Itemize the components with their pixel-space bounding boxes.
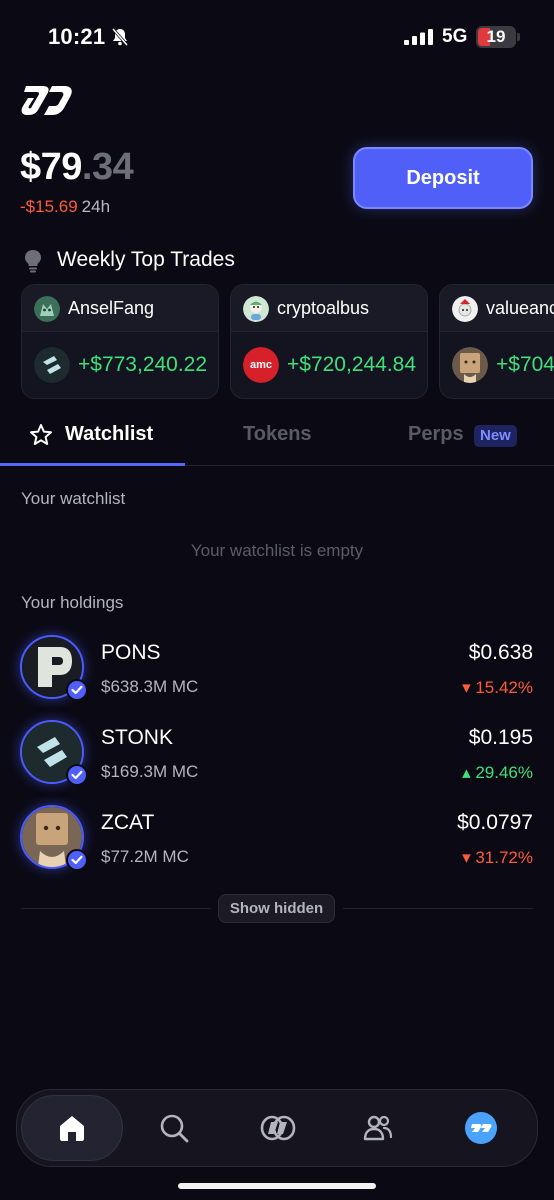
amc-icon: amc bbox=[243, 347, 279, 383]
holding-row[interactable]: ZCAT $77.2M MC $0.0797 ▾ 31.72% bbox=[0, 805, 554, 885]
holding-market-cap: $169.3M MC bbox=[101, 762, 199, 781]
holding-price: $0.638 bbox=[468, 641, 533, 664]
holding-price: $0.195 bbox=[468, 726, 533, 749]
home-icon[interactable] bbox=[56, 1112, 88, 1144]
battery-level: 19 bbox=[486, 27, 506, 46]
show-hidden-button[interactable]: Show hidden bbox=[218, 894, 335, 923]
holding-change: ▴ 29.46% bbox=[462, 763, 533, 782]
top-trades-title: Weekly Top Trades bbox=[57, 248, 235, 271]
new-badge: New bbox=[474, 425, 517, 447]
battery-icon: 19 bbox=[476, 26, 516, 48]
tab-watchlist[interactable]: Watchlist bbox=[65, 423, 153, 446]
signal-icon bbox=[404, 29, 433, 45]
battery-tip bbox=[517, 33, 520, 41]
holding-change: ▾ 15.42% bbox=[462, 678, 533, 697]
balance-change-value: -$15.69 bbox=[20, 197, 78, 216]
bell-muted-icon bbox=[111, 28, 129, 46]
star-icon bbox=[30, 424, 52, 445]
holdings-label: Your holdings bbox=[21, 593, 124, 612]
holding-symbol: STONK bbox=[101, 726, 173, 749]
balance-change-period: 24h bbox=[81, 197, 111, 216]
tab-active-indicator bbox=[0, 463, 185, 466]
network-type: 5G bbox=[442, 26, 468, 47]
balance-cents: .34 bbox=[81, 146, 134, 188]
holding-price: $0.0797 bbox=[457, 811, 533, 834]
holding-row[interactable]: PONS $638.3M MC $0.638 ▾ 15.42% bbox=[0, 635, 554, 715]
trader-name: AnselFang bbox=[68, 298, 155, 318]
holding-market-cap: $77.2M MC bbox=[101, 847, 189, 866]
portfolio-balance: $79.34 bbox=[20, 146, 134, 189]
holding-row[interactable]: STONK $169.3M MC $0.195 ▴ 29.46% bbox=[0, 720, 554, 800]
divider-left bbox=[21, 908, 211, 909]
stonk-icon bbox=[34, 347, 70, 383]
verified-badge-icon bbox=[66, 849, 88, 871]
tab-tokens[interactable]: Tokens bbox=[243, 423, 312, 446]
top-trade-card[interactable]: AnselFang +$773,240.22 bbox=[21, 284, 219, 399]
trade-pnl: +$720,244.84 bbox=[287, 353, 417, 376]
divider-right bbox=[343, 908, 533, 909]
trader-name: valueanc bbox=[486, 298, 554, 318]
users-icon[interactable] bbox=[362, 1112, 394, 1144]
trader-avatar bbox=[243, 296, 269, 322]
balance-change: -$15.69 24h bbox=[20, 197, 110, 217]
holding-symbol: ZCAT bbox=[101, 811, 155, 834]
trade-pnl: +$704, bbox=[496, 353, 554, 376]
balance-main: $79 bbox=[20, 146, 82, 188]
amc-icon-text: amc bbox=[250, 359, 272, 371]
trader-avatar bbox=[34, 296, 60, 322]
profile-avatar-icon[interactable] bbox=[464, 1111, 498, 1145]
top-trade-card[interactable]: cryptoalbus amc +$720,244.84 bbox=[230, 284, 428, 399]
trader-name: cryptoalbus bbox=[277, 298, 370, 318]
holding-market-cap: $638.3M MC bbox=[101, 677, 199, 696]
trader-avatar bbox=[452, 296, 478, 322]
logo-tab-icon[interactable] bbox=[260, 1112, 296, 1144]
tab-perps[interactable]: Perps bbox=[408, 423, 464, 446]
top-trade-card[interactable]: valueanc +$704, bbox=[439, 284, 554, 399]
status-time: 10:21 bbox=[48, 24, 106, 49]
trade-pnl: +$773,240.22 bbox=[78, 353, 208, 376]
watchlist-empty-text: Your watchlist is empty bbox=[190, 541, 364, 560]
deposit-button[interactable]: Deposit bbox=[353, 147, 533, 209]
holding-change: ▾ 31.72% bbox=[462, 848, 533, 867]
search-icon[interactable] bbox=[158, 1112, 190, 1144]
zcat-icon bbox=[452, 347, 488, 383]
verified-badge-icon bbox=[66, 679, 88, 701]
holding-symbol: PONS bbox=[101, 641, 161, 664]
app-logo-icon bbox=[21, 86, 72, 115]
home-indicator bbox=[178, 1183, 376, 1189]
watchlist-label: Your watchlist bbox=[21, 489, 126, 508]
verified-badge-icon bbox=[66, 764, 88, 786]
lightbulb-icon bbox=[25, 250, 41, 273]
